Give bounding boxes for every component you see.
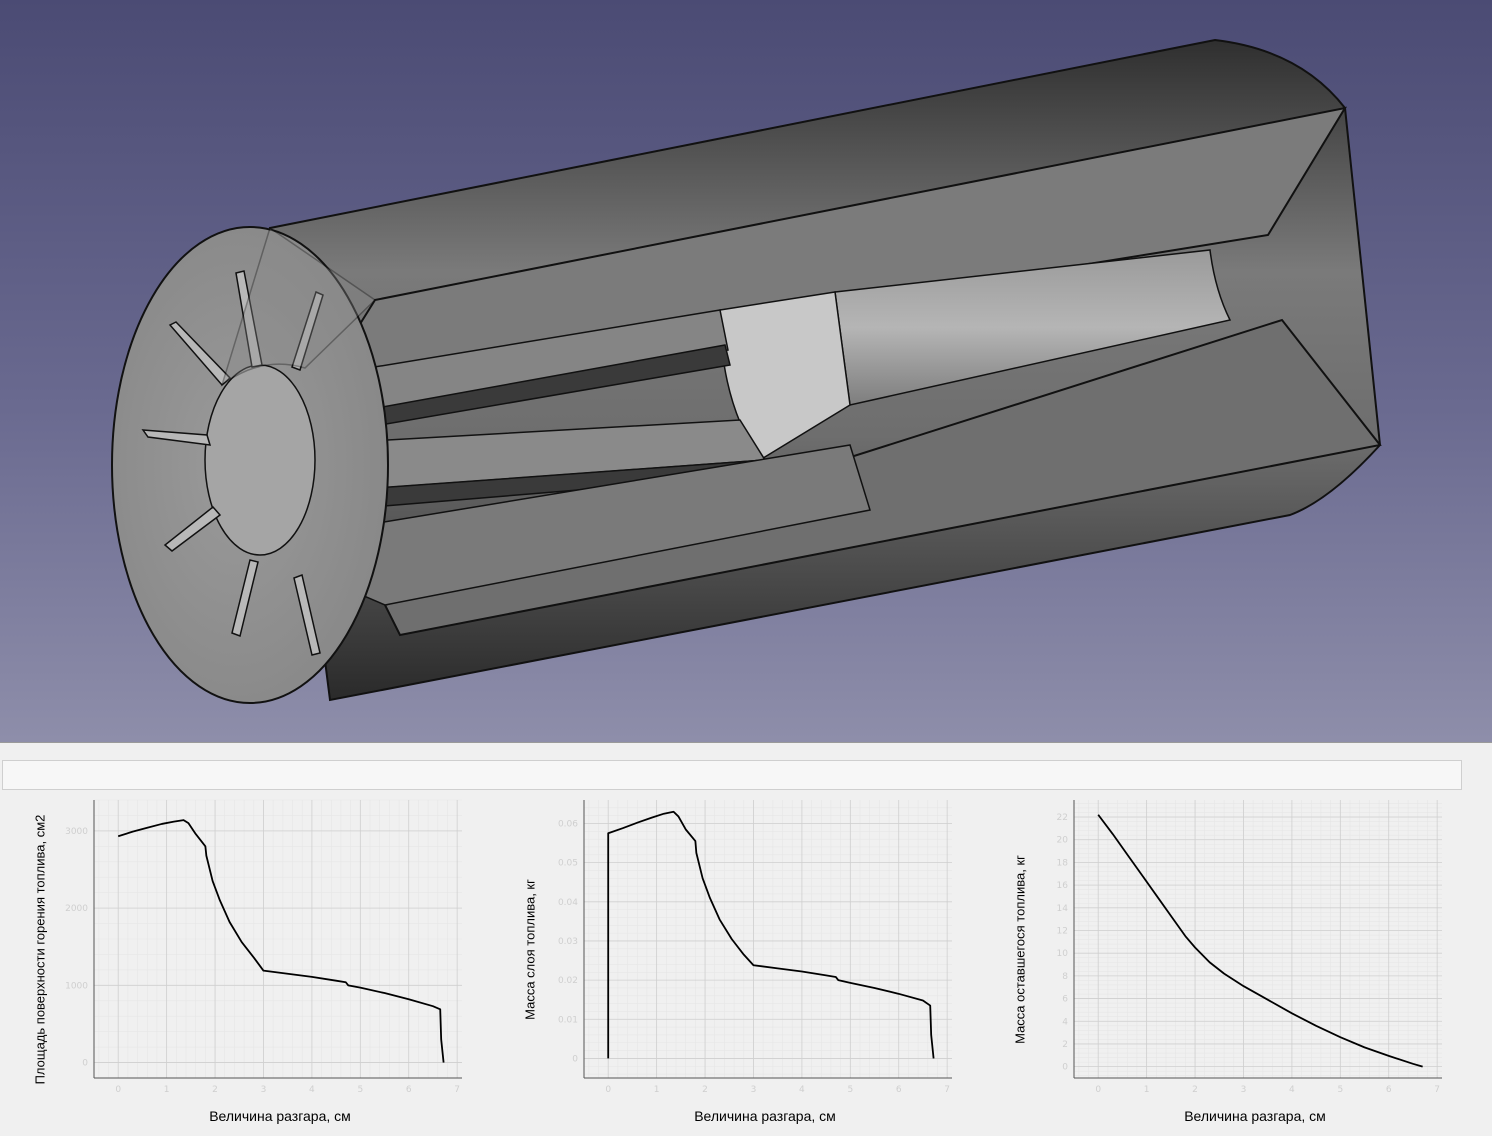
y-tick-label: 0 bbox=[1062, 1063, 1068, 1073]
y-tick-label: 0 bbox=[82, 1059, 88, 1069]
x-tick-label: 5 bbox=[357, 1085, 363, 1095]
chart-burn-area: 0 1 2 3 4 5 6 7 0 1000 2000 3000 Площадь поверхност… bbox=[30, 792, 480, 1136]
chart-remaining-mass-canvas: 0 1 2 3 4 5 6 70246810121416182022 bbox=[1057, 800, 1442, 1095]
y-tick-label: 2 bbox=[1062, 1040, 1068, 1050]
chart-remaining-mass-xlabel: Величина разгара, см bbox=[1184, 1108, 1326, 1124]
y-tick-label: 1000 bbox=[65, 981, 88, 991]
x-tick-label: 4 bbox=[1289, 1085, 1295, 1095]
x-tick-label: 6 bbox=[896, 1085, 902, 1095]
chart-layer-mass-ylabel: Масса слоя топлива, кг bbox=[522, 879, 538, 1020]
y-tick-label: 0.06 bbox=[558, 819, 578, 829]
x-tick-label: 0 bbox=[1095, 1085, 1101, 1095]
y-tick-label: 0.03 bbox=[558, 937, 578, 947]
x-tick-label: 3 bbox=[261, 1085, 267, 1095]
x-tick-label: 6 bbox=[406, 1085, 412, 1095]
x-tick-label: 0 bbox=[115, 1085, 121, 1095]
x-tick-label: 5 bbox=[847, 1085, 853, 1095]
y-tick-label: 2000 bbox=[65, 904, 88, 914]
x-tick-label: 2 bbox=[212, 1085, 218, 1095]
x-tick-label: 4 bbox=[309, 1085, 315, 1095]
x-tick-label: 2 bbox=[1192, 1085, 1198, 1095]
panel-divider bbox=[0, 742, 1492, 743]
y-tick-label: 22 bbox=[1057, 813, 1068, 823]
x-tick-label: 4 bbox=[799, 1085, 805, 1095]
chart-layer-mass-xlabel: Величина разгара, см bbox=[694, 1108, 836, 1124]
x-tick-label: 3 bbox=[751, 1085, 757, 1095]
y-tick-label: 3000 bbox=[65, 827, 88, 837]
x-tick-label: 7 bbox=[1434, 1085, 1440, 1095]
y-tick-label: 0.04 bbox=[558, 898, 578, 908]
x-tick-label: 1 bbox=[1144, 1085, 1150, 1095]
y-tick-label: 12 bbox=[1057, 926, 1068, 936]
y-tick-label: 0 bbox=[572, 1054, 578, 1064]
chart-remaining-mass: 0 1 2 3 4 5 6 7 0 2 4 6 8 10 12 14 16 18 20 22 Масса оставш… bbox=[1010, 792, 1460, 1136]
status-bar bbox=[2, 760, 1462, 790]
x-tick-label: 5 bbox=[1337, 1085, 1343, 1095]
chart-layer-mass-canvas: 0 1 2 3 4 5 6 7 0 0.01 0.02 0.03 0.04 0.05 0.06 bbox=[558, 800, 952, 1095]
y-tick-label: 0.05 bbox=[558, 859, 578, 869]
y-tick-label: 8 bbox=[1062, 972, 1068, 982]
x-tick-label: 1 bbox=[164, 1085, 170, 1095]
x-tick-label: 1 bbox=[654, 1085, 660, 1095]
y-tick-label: 4 bbox=[1062, 1017, 1068, 1027]
y-tick-label: 0.02 bbox=[558, 976, 578, 986]
y-tick-label: 6 bbox=[1062, 995, 1068, 1005]
y-tick-label: 10 bbox=[1057, 949, 1069, 959]
y-tick-label: 18 bbox=[1057, 858, 1069, 868]
y-tick-label: 16 bbox=[1057, 881, 1069, 891]
chart-burn-area-ylabel: Площадь поверхности горения топлива, см2 bbox=[32, 814, 48, 1085]
chart-burn-area-xlabel: Величина разгара, см bbox=[209, 1108, 351, 1124]
end-face-bore bbox=[204, 364, 316, 556]
y-tick-label: 0.01 bbox=[558, 1015, 578, 1025]
chart-burn-area-canvas: 0 1 2 3 4 5 6 7 0 1000 2000 3000 bbox=[65, 799, 462, 1095]
3d-viewport[interactable] bbox=[0, 0, 1492, 742]
grain-model-3d bbox=[111, 38, 1382, 704]
x-tick-label: 6 bbox=[1386, 1085, 1392, 1095]
x-tick-label: 3 bbox=[1241, 1085, 1247, 1095]
y-tick-label: 20 bbox=[1057, 836, 1069, 846]
x-tick-label: 2 bbox=[702, 1085, 708, 1095]
chart-layer-mass: 0 1 2 3 4 5 6 7 0 0.01 0.02 0.03 0.04 0.05 0.06 Масса … bbox=[520, 792, 970, 1136]
x-tick-label: 7 bbox=[454, 1085, 460, 1095]
x-tick-label: 7 bbox=[944, 1085, 950, 1095]
x-tick-label: 0 bbox=[605, 1085, 611, 1095]
chart-remaining-mass-ylabel: Масса оставшегося топлива, кг bbox=[1012, 855, 1028, 1044]
y-tick-label: 14 bbox=[1057, 904, 1069, 914]
